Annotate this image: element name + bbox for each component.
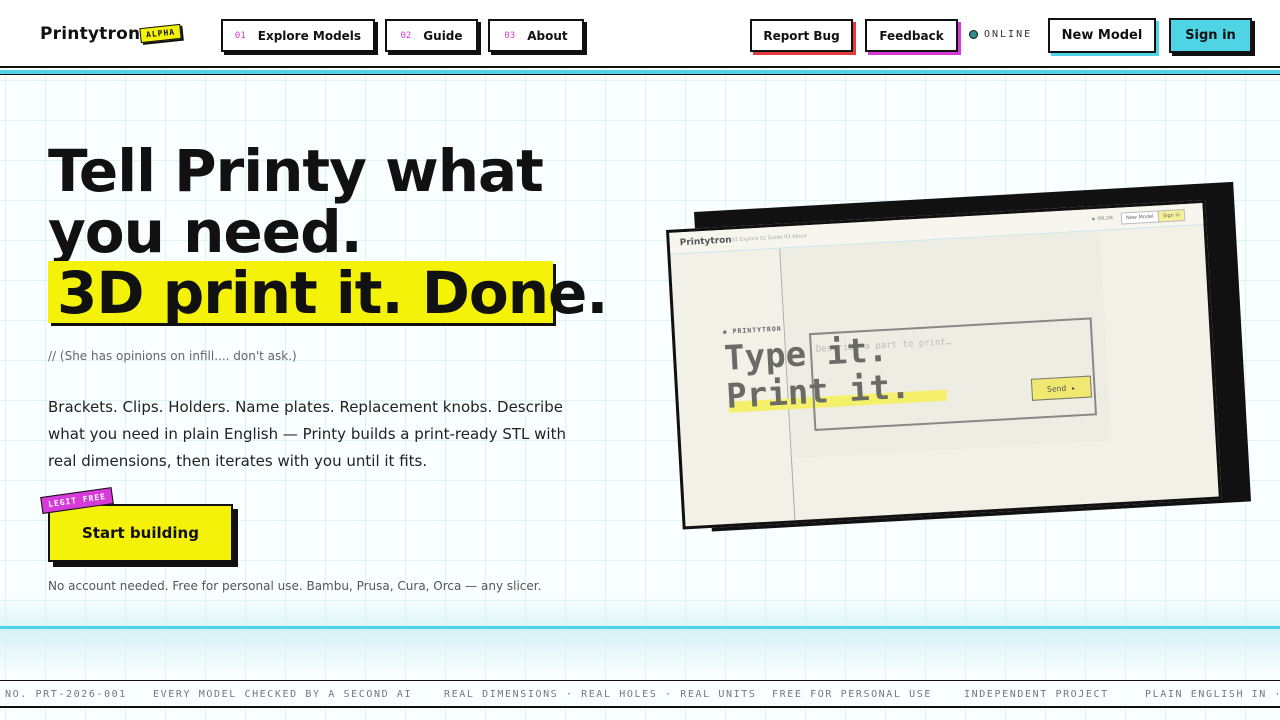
nav-label: Guide xyxy=(423,28,463,43)
ticker-item: INDEPENDENT PROJECT xyxy=(964,689,1109,700)
nav-explore-models[interactable]: 01 Explore Models xyxy=(221,19,375,52)
hero-title-line-3: 3D print it. Done. xyxy=(57,259,608,327)
hero-title-line-1: Tell Printy what xyxy=(48,137,544,205)
app-preview-screenshot: Printytron 01 Explore 02 Guide 03 About … xyxy=(666,199,1222,530)
preview-sign-in: Sign in xyxy=(1157,209,1186,223)
ticker-item: REAL DIMENSIONS · REAL HOLES · REAL UNIT… xyxy=(444,689,757,700)
nav-number: 01 xyxy=(234,30,246,41)
ticker-item: NO. PRT-2026-001 xyxy=(5,689,127,700)
preview-title: Type it. Print it. xyxy=(723,330,911,417)
new-model-button[interactable]: New Model xyxy=(1048,18,1156,53)
hero-description: Brackets. Clips. Holders. Name plates. R… xyxy=(48,398,566,470)
brand-logo[interactable]: Printytron xyxy=(40,24,140,44)
top-nav-bar: Printytron ALPHA 01 Explore Models 02 Gu… xyxy=(0,0,1280,68)
ticker-item: PLAIN ENGLISH IN · P xyxy=(1145,689,1280,700)
report-bug-button[interactable]: Report Bug xyxy=(750,19,853,52)
nav-guide[interactable]: 02 Guide xyxy=(385,19,478,52)
bottom-fade xyxy=(0,597,1280,627)
online-status: ONLINE xyxy=(969,29,1032,40)
feedback-button[interactable]: Feedback xyxy=(865,19,958,52)
hero-footnote: No account needed. Free for personal use… xyxy=(48,579,542,593)
ticker-item: EVERY MODEL CHECKED BY A SECOND AI xyxy=(153,689,413,700)
preview-send-button: Send ▸ xyxy=(1030,375,1093,401)
nav-about[interactable]: 03 About xyxy=(488,19,584,52)
ticker-item: FREE FOR PERSONAL USE xyxy=(772,689,933,700)
preview-new-model: New Model xyxy=(1120,210,1159,225)
alpha-badge: ALPHA xyxy=(139,23,182,44)
ticker-strip: NO. PRT-2026-001 EVERY MODEL CHECKED BY … xyxy=(0,680,1280,708)
hero-title-line-2: you need. xyxy=(48,198,363,266)
status-dot-icon xyxy=(969,30,978,39)
start-building-button[interactable]: Start building xyxy=(48,504,233,562)
status-label: ONLINE xyxy=(984,29,1033,40)
nav-number: 02 xyxy=(400,30,412,41)
sign-in-button[interactable]: Sign in xyxy=(1169,18,1252,53)
preview-brand: Printytron xyxy=(679,235,732,249)
preview-nav: 01 Explore 02 Guide 03 About xyxy=(731,233,807,244)
nav-number: 03 xyxy=(504,30,516,41)
nav-label: About xyxy=(527,28,568,43)
bottom-glow xyxy=(0,629,1280,674)
preview-status: ● ONLINE xyxy=(1091,215,1114,223)
header-accent-stripe xyxy=(0,70,1280,75)
hero-aside-comment: // (She has opinions on infill.... don't… xyxy=(48,349,297,363)
nav-label: Explore Models xyxy=(257,28,362,43)
